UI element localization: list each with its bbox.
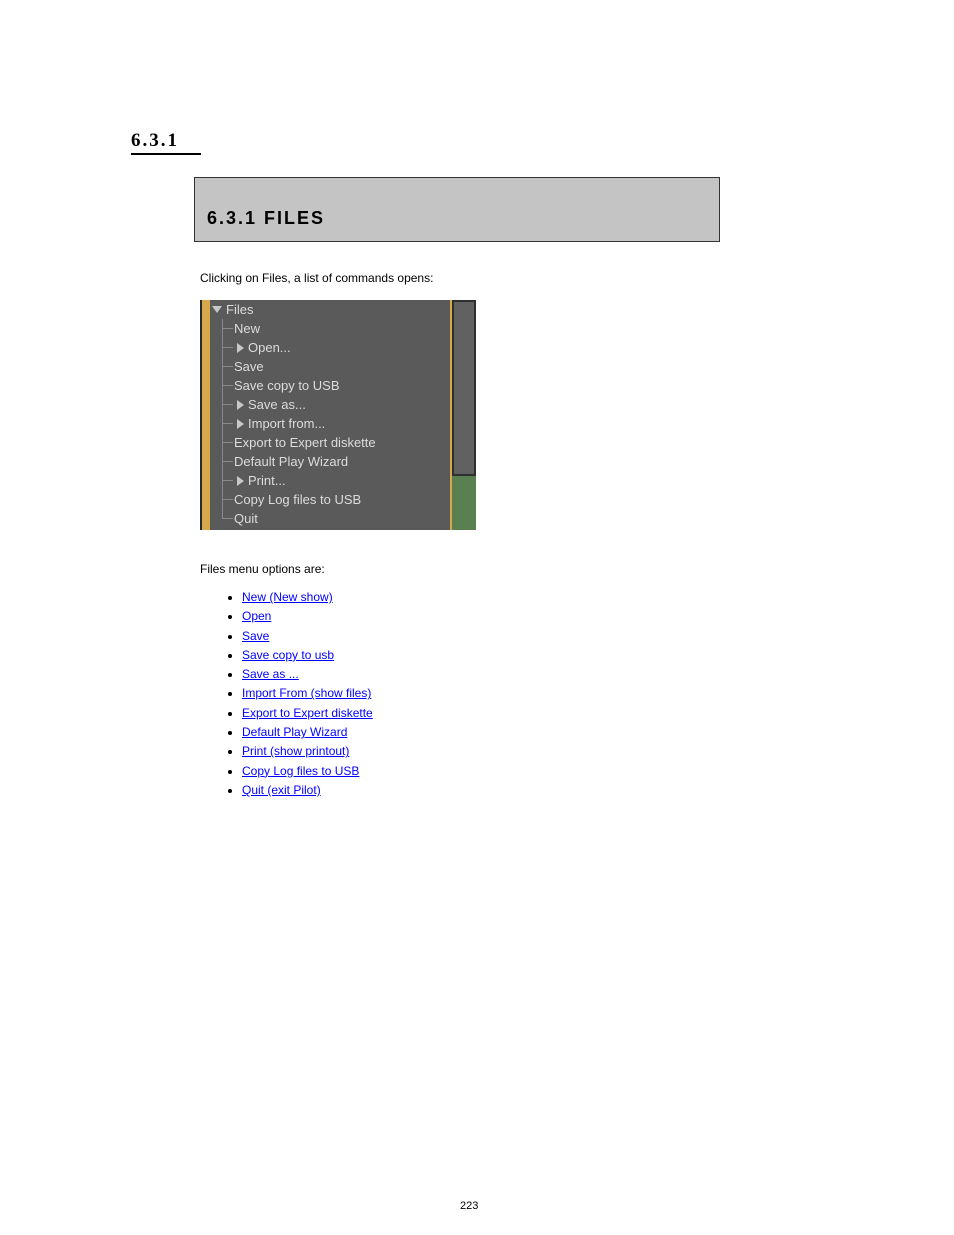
tree-branch-h	[223, 328, 233, 329]
link-save[interactable]: Save	[242, 629, 269, 643]
link-print[interactable]: Print (show printout)	[242, 744, 349, 758]
tree-branch-h	[223, 518, 233, 519]
tree-branch-h	[223, 423, 233, 424]
page-root: 6.3.1 6.3.1 FILES Clicking on Files, a l…	[0, 0, 954, 1235]
tree-body: Files New Open... Save	[210, 300, 450, 530]
tree-root-label: Files	[226, 302, 253, 317]
list-item: Open	[242, 607, 373, 626]
list-item: Quit (exit Pilot)	[242, 781, 373, 800]
menu-item-label: Default Play Wizard	[234, 454, 348, 469]
tree-branch-h	[223, 461, 233, 462]
menu-item-label: Save copy to USB	[234, 378, 340, 393]
menu-item-print[interactable]: Print...	[210, 471, 450, 490]
link-export-expert[interactable]: Export to Expert diskette	[242, 706, 373, 720]
list-item: Save copy to usb	[242, 646, 373, 665]
chevron-right-icon	[237, 343, 244, 353]
menu-item-open[interactable]: Open...	[210, 338, 450, 357]
chevron-right-icon	[237, 419, 244, 429]
list-item: New (New show)	[242, 588, 373, 607]
list-item: Export to Expert diskette	[242, 704, 373, 723]
menu-item-quit[interactable]: Quit	[210, 509, 450, 528]
page-number: 223	[460, 1200, 478, 1212]
tree-branch-h	[223, 347, 233, 348]
section-number-underline	[131, 153, 201, 155]
menu-item-label: New	[234, 321, 260, 336]
tree-branch-h	[223, 404, 233, 405]
menu-item-label: Export to Expert diskette	[234, 435, 376, 450]
intro-text: Clicking on Files, a list of commands op…	[200, 271, 433, 285]
links-intro-text: Files menu options are:	[200, 562, 325, 576]
menu-item-label: Quit	[234, 511, 258, 526]
link-quit[interactable]: Quit (exit Pilot)	[242, 783, 321, 797]
menu-item-label: Copy Log files to USB	[234, 492, 361, 507]
menu-item-label: Open...	[248, 340, 291, 355]
menu-item-save-copy-usb[interactable]: Save copy to USB	[210, 376, 450, 395]
menu-item-copy-log-usb[interactable]: Copy Log files to USB	[210, 490, 450, 509]
menu-item-save[interactable]: Save	[210, 357, 450, 376]
link-import-from[interactable]: Import From (show files)	[242, 686, 371, 700]
menu-item-default-play-wizard[interactable]: Default Play Wizard	[210, 452, 450, 471]
link-save-copy-usb[interactable]: Save copy to usb	[242, 648, 334, 662]
list-item: Copy Log files to USB	[242, 762, 373, 781]
tree-root-files[interactable]: Files	[210, 300, 450, 319]
menu-item-label: Save	[234, 359, 264, 374]
list-item: Print (show printout)	[242, 742, 373, 761]
menu-item-label: Save as...	[248, 397, 306, 412]
menu-item-save-as[interactable]: Save as...	[210, 395, 450, 414]
menu-item-new[interactable]: New	[210, 319, 450, 338]
section-banner: 6.3.1 FILES	[194, 177, 720, 242]
tree-branch-h	[223, 442, 233, 443]
section-banner-text: 6.3.1 FILES	[207, 208, 325, 229]
menu-item-export-expert[interactable]: Export to Expert diskette	[210, 433, 450, 452]
tree-branch-h	[223, 499, 233, 500]
menu-item-label: Import from...	[248, 416, 325, 431]
link-copy-log-usb[interactable]: Copy Log files to USB	[242, 764, 359, 778]
link-open[interactable]: Open	[242, 609, 271, 623]
tree-branch-h	[223, 366, 233, 367]
tree-branch-h	[223, 480, 233, 481]
menu-item-import-from[interactable]: Import from...	[210, 414, 450, 433]
link-default-play-wizard[interactable]: Default Play Wizard	[242, 725, 347, 739]
menu-item-label: Print...	[248, 473, 286, 488]
scrollbar-track[interactable]	[452, 300, 476, 530]
tree-branch-h	[223, 385, 233, 386]
scrollbar-thumb[interactable]	[452, 300, 476, 476]
chevron-right-icon	[237, 476, 244, 486]
chevron-right-icon	[237, 400, 244, 410]
links-list: New (New show) Open Save Save copy to us…	[224, 588, 373, 800]
section-number: 6.3.1	[131, 130, 179, 152]
list-item: Save as ...	[242, 665, 373, 684]
chevron-down-icon	[212, 306, 222, 313]
tree-panel: Files New Open... Save	[200, 300, 476, 530]
link-save-as[interactable]: Save as ...	[242, 667, 299, 681]
list-item: Import From (show files)	[242, 684, 373, 703]
list-item: Default Play Wizard	[242, 723, 373, 742]
list-item: Save	[242, 627, 373, 646]
link-new[interactable]: New (New show)	[242, 590, 333, 604]
